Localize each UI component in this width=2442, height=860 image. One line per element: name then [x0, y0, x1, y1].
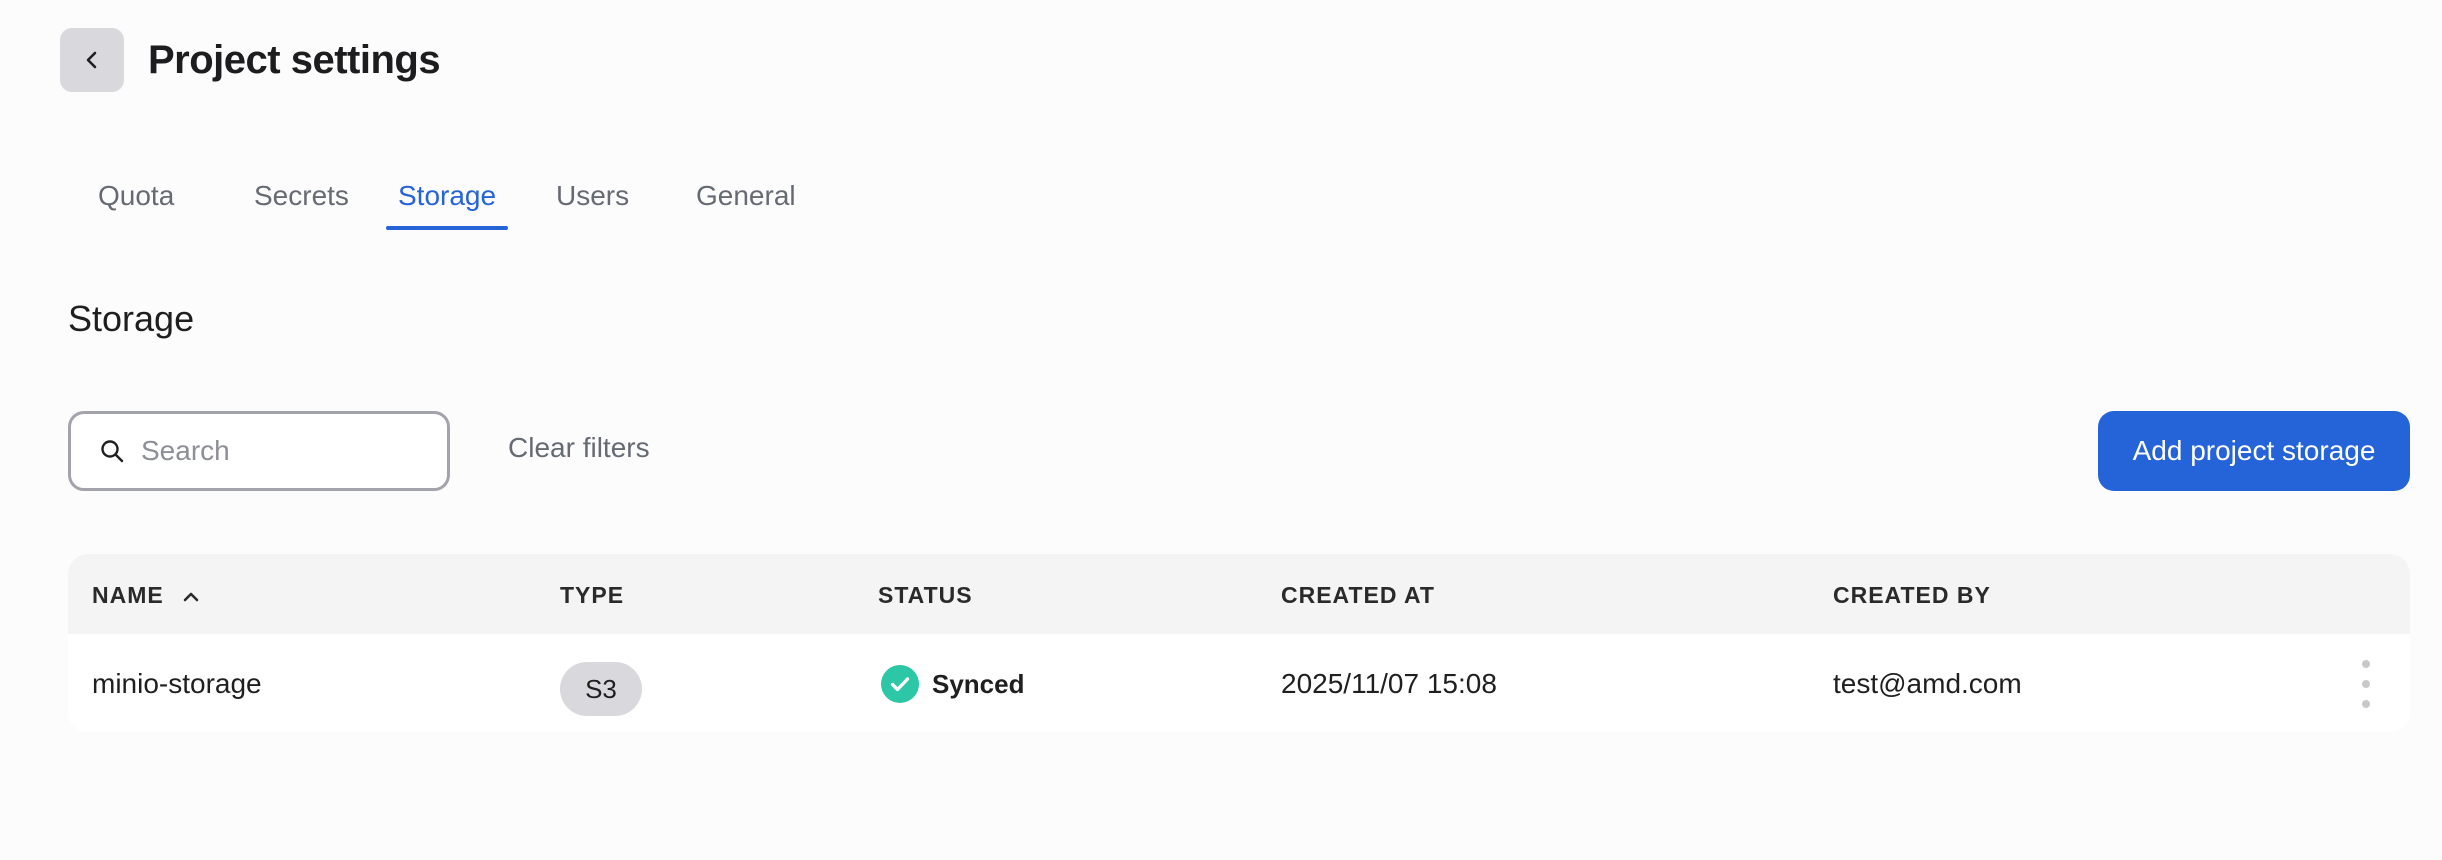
check-circle-icon — [880, 664, 920, 704]
column-header-type: TYPE — [560, 582, 625, 608]
storage-table: NAME TYPE STATUS CREATED AT CREATED BY m… — [68, 554, 2410, 732]
tab-secrets[interactable]: Secrets — [240, 170, 363, 228]
table-row[interactable]: minio-storage S3 Synced 2025/11/07 15:08… — [68, 634, 2410, 732]
status-badge: Synced — [880, 664, 1025, 704]
chevron-left-icon — [81, 49, 103, 71]
search-input[interactable] — [139, 434, 423, 468]
clear-filters-button[interactable]: Clear filters — [508, 432, 650, 464]
type-badge: S3 — [560, 662, 642, 716]
page-title: Project settings — [148, 38, 441, 82]
kebab-menu-icon[interactable] — [2354, 660, 2378, 708]
table-header: NAME TYPE STATUS CREATED AT CREATED BY — [68, 554, 2410, 634]
storage-name: minio-storage — [92, 668, 262, 699]
chevron-up-icon[interactable] — [182, 583, 200, 610]
back-button[interactable] — [60, 28, 124, 92]
column-header-created-at: CREATED AT — [1281, 582, 1435, 608]
add-project-storage-button[interactable]: Add project storage — [2098, 411, 2410, 491]
column-header-label: NAME — [92, 582, 164, 608]
section-title: Storage — [68, 298, 195, 339]
search-icon — [99, 438, 125, 464]
column-header-status: STATUS — [878, 582, 973, 608]
tab-quota[interactable]: Quota — [84, 170, 188, 228]
tab-storage[interactable]: Storage — [384, 170, 510, 230]
created-by: test@amd.com — [1833, 668, 2022, 699]
column-header-created-by: CREATED BY — [1833, 582, 1991, 608]
column-header-name[interactable]: NAME — [92, 582, 200, 610]
tab-users[interactable]: Users — [542, 170, 643, 228]
created-at: 2025/11/07 15:08 — [1281, 668, 1497, 699]
tab-general[interactable]: General — [682, 170, 810, 228]
search-box[interactable] — [68, 411, 450, 491]
status-label: Synced — [932, 668, 1025, 699]
